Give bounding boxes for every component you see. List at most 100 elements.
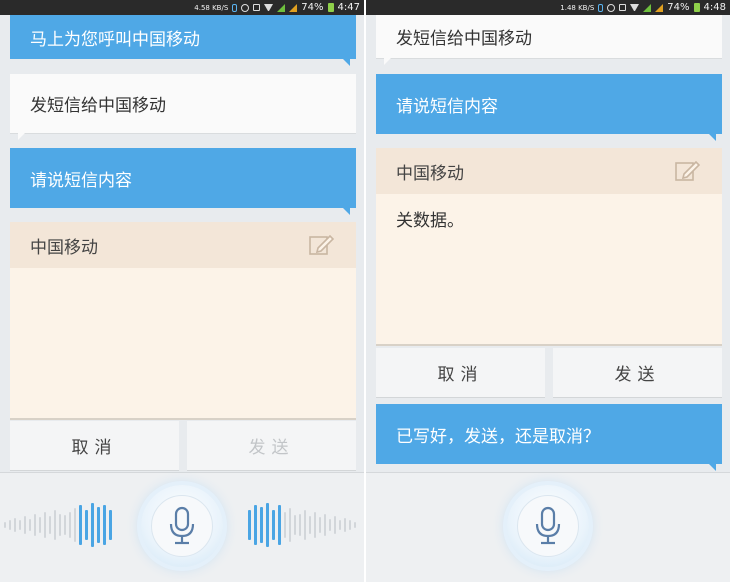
bubble-text: 发短信给中国移动 xyxy=(30,96,166,116)
status-bar: 4.58 KB/S 74% 4:47 xyxy=(0,0,364,15)
waveform-bar xyxy=(289,508,291,542)
waveform-bar xyxy=(54,510,56,540)
assistant-bubble-prompt: 请说短信内容 xyxy=(10,148,356,215)
waveform-bar xyxy=(97,507,100,543)
network-speed: 4.58 KB/S xyxy=(194,3,229,12)
waveform-bar xyxy=(103,505,106,545)
vibrate-icon xyxy=(619,4,627,11)
microphone-button[interactable] xyxy=(507,485,589,567)
voice-input-bar xyxy=(0,472,364,582)
waveform-bar xyxy=(266,503,269,547)
waveform-bar xyxy=(272,510,275,540)
waveform-bar xyxy=(260,507,263,543)
waveform-bar xyxy=(85,510,88,540)
waveform-bar xyxy=(44,512,46,538)
waveform-bar xyxy=(299,514,301,536)
user-bubble-sms-request: 发短信给中国移动 xyxy=(376,15,722,65)
cancel-button[interactable]: 取消 xyxy=(10,421,179,471)
signal-icon xyxy=(277,3,286,12)
recipient-name: 中国移动 xyxy=(396,163,464,184)
voice-waveform-right xyxy=(248,497,356,553)
network-speed: 1.48 KB/S xyxy=(560,3,595,12)
waveform-bar xyxy=(34,514,36,536)
voice-input-bar xyxy=(366,472,730,582)
signal-icon xyxy=(655,3,664,12)
waveform-bar xyxy=(248,510,251,540)
bluetooth-icon xyxy=(232,3,238,12)
user-bubble-sms-request: 发短信给中国移动 xyxy=(10,74,356,140)
waveform-bar xyxy=(59,514,61,536)
sms-draft-card: 中国移动 xyxy=(10,222,356,420)
waveform-bar xyxy=(91,503,94,547)
waveform-bar xyxy=(79,505,82,545)
assistant-bubble-confirm: 已写好，发送，还是取消？ xyxy=(376,404,722,471)
send-button[interactable]: 发送 xyxy=(187,421,356,471)
assistant-bubble-prompt: 请说短信内容 xyxy=(376,74,722,141)
status-bar: 1.48 KB/S 74% 4:48 xyxy=(366,0,730,15)
waveform-bar xyxy=(284,512,286,538)
waveform-bar xyxy=(24,516,26,534)
assistant-bubble-calling: 马上为您呼叫中国移动 xyxy=(10,15,356,66)
bubble-text: 已写好，发送，还是取消？ xyxy=(396,426,600,447)
battery-percent: 74% xyxy=(301,2,324,13)
pencil-square-icon[interactable] xyxy=(674,160,700,182)
waveform-bar xyxy=(109,510,112,540)
waveform-bar xyxy=(304,510,306,540)
signal-icon xyxy=(289,3,298,12)
waveform-bar xyxy=(354,522,356,528)
waveform-bar xyxy=(339,520,341,530)
left-screen: 4.58 KB/S 74% 4:47 马上为您呼叫中国移动 发短信给中国移动 请… xyxy=(0,0,364,582)
vibrate-icon xyxy=(253,4,261,11)
cancel-button[interactable]: 取消 xyxy=(376,348,545,398)
waveform-bar xyxy=(319,517,321,533)
clock: 4:47 xyxy=(337,2,360,13)
waveform-bar xyxy=(74,508,76,542)
action-buttons: 取消 发送 xyxy=(376,348,722,398)
waveform-bar xyxy=(14,518,16,532)
voice-waveform-left xyxy=(4,497,112,553)
waveform-bar xyxy=(69,512,71,538)
waveform-bar xyxy=(254,505,257,545)
alarm-icon xyxy=(607,3,616,12)
microphone-icon xyxy=(535,506,561,545)
wifi-icon xyxy=(630,4,640,11)
waveform-bar xyxy=(19,520,21,530)
waveform-bar xyxy=(329,519,331,531)
pencil-square-icon[interactable] xyxy=(308,234,334,256)
waveform-bar xyxy=(278,505,281,545)
sms-recipient-header: 中国移动 xyxy=(10,222,356,268)
alarm-icon xyxy=(241,3,250,12)
waveform-bar xyxy=(309,516,311,534)
sms-body[interactable]: 关数据。 xyxy=(376,194,722,243)
bubble-text: 马上为您呼叫中国移动 xyxy=(30,29,200,50)
battery-icon xyxy=(327,3,334,12)
sms-body[interactable] xyxy=(10,268,356,292)
battery-percent: 74% xyxy=(667,2,690,13)
microphone-button-inner xyxy=(517,495,579,557)
waveform-bar xyxy=(324,514,326,536)
bubble-text: 发短信给中国移动 xyxy=(396,29,532,49)
sms-recipient-header: 中国移动 xyxy=(376,148,722,194)
bubble-text: 请说短信内容 xyxy=(396,96,498,117)
waveform-bar xyxy=(4,522,6,528)
wifi-icon xyxy=(264,4,274,11)
sms-draft-card: 中国移动 关数据。 xyxy=(376,148,722,346)
signal-icon xyxy=(643,3,652,12)
bluetooth-icon xyxy=(598,3,604,12)
waveform-bar xyxy=(29,519,31,531)
recipient-name: 中国移动 xyxy=(30,237,98,258)
microphone-icon xyxy=(169,506,195,545)
action-buttons: 取消 发送 xyxy=(10,421,356,471)
waveform-bar xyxy=(314,512,316,538)
bubble-text: 请说短信内容 xyxy=(30,170,132,191)
microphone-button[interactable] xyxy=(141,485,223,567)
waveform-bar xyxy=(9,520,11,530)
waveform-bar xyxy=(334,516,336,534)
battery-icon xyxy=(693,3,700,12)
clock: 4:48 xyxy=(703,2,726,13)
waveform-bar xyxy=(64,515,66,535)
microphone-button-inner xyxy=(151,495,213,557)
waveform-bar xyxy=(349,520,351,530)
waveform-bar xyxy=(49,516,51,534)
send-button[interactable]: 发送 xyxy=(553,348,722,398)
